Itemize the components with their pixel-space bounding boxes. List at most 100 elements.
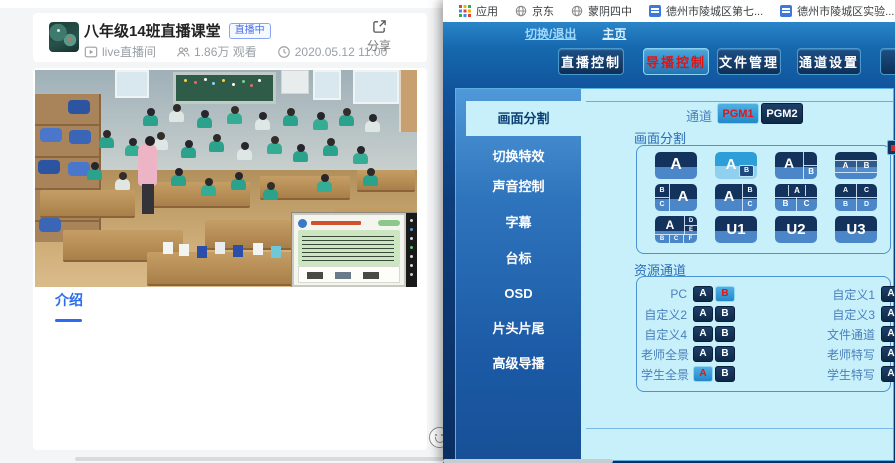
resource-label: 自定义1	[787, 286, 875, 303]
layout-user-3[interactable]: U3	[835, 216, 877, 243]
sidebar-item-intro-outro[interactable]: 片头片尾	[456, 311, 581, 346]
bookmark-jd[interactable]: 京东	[515, 3, 554, 19]
custom1-a-button[interactable]: A	[881, 286, 895, 302]
layout-user-2[interactable]: U2	[775, 216, 817, 243]
tab-live-control[interactable]: 直播控制	[558, 48, 624, 75]
bookmark-school-1[interactable]: 蒙阴四中	[571, 3, 632, 19]
lab-equipment	[163, 242, 173, 254]
meta-text: live直播间	[102, 43, 156, 60]
pc-b-button[interactable]: B	[715, 286, 735, 302]
resource-label: 自定义4	[641, 326, 687, 343]
stream-thumbnail[interactable]	[49, 22, 79, 52]
teacher-closeup-a-button[interactable]: A	[881, 346, 895, 362]
live-status-badge: 直播中	[229, 23, 271, 39]
student-wide-a-button[interactable]: A	[693, 366, 713, 382]
desk	[150, 182, 250, 208]
backpack-shelf	[35, 94, 101, 242]
sidebar-item-audio-control[interactable]: 声音控制	[456, 169, 581, 204]
resource-label: 文件通道	[787, 326, 875, 343]
tab-intro-label: 介绍	[55, 292, 83, 308]
sidebar-item-advanced-directing[interactable]: 高级导播	[456, 346, 581, 381]
layout-a-b-strip[interactable]: A B	[835, 152, 877, 179]
video-player[interactable]	[35, 70, 417, 287]
stream-meta-row: live直播间 1.86万 观看 2020.05.12 11:00	[84, 43, 387, 60]
resource-label: PC	[641, 287, 687, 301]
pc-a-button[interactable]: A	[693, 286, 713, 302]
resource-row-custom4: 自定义4 A B	[641, 326, 737, 342]
layout-user-1[interactable]: U1	[715, 216, 757, 243]
teacher-wide-a-button[interactable]: A	[693, 346, 713, 362]
divider-line	[586, 101, 893, 102]
meta-text: 1.86万 观看	[194, 43, 257, 60]
layout-quad[interactable]: A C B D	[835, 184, 877, 211]
resource-row-teacher-wide: 老师全景 A B	[641, 346, 737, 362]
link-home[interactable]: 主页	[602, 25, 626, 42]
layout-divider	[803, 165, 817, 166]
tab-channel-settings[interactable]: 通道设置	[797, 48, 861, 75]
screen: 八年级14班直播课堂 直播中 live直播间 1.86万 观看 2020.05.…	[0, 0, 895, 463]
layout-a-left-bc-right[interactable]: A B C	[715, 184, 757, 211]
console-scrollbar[interactable]	[443, 459, 613, 463]
resource-row-custom2: 自定义2 A B	[641, 306, 737, 322]
share-button[interactable]: 分享	[357, 19, 401, 54]
slide-logo	[298, 219, 307, 228]
link-switch-logout[interactable]: 切换/退出	[525, 25, 576, 42]
console-page: 切换/退出 主页 直播控制 导播控制 文件管理 通道设置 录 画面分割 切换特效…	[443, 22, 895, 463]
console-browser-window: 应用 京东 蒙阴四中 德州市陵城区第七... 德州市陵城区实验... 切换/退出	[443, 0, 895, 463]
clipped-corner-button[interactable]	[887, 140, 895, 155]
bookmark-school-2[interactable]: 德州市陵城区第七...	[649, 3, 763, 19]
tab-director-control[interactable]: 导播控制	[643, 48, 709, 75]
tab-file-management[interactable]: 文件管理	[717, 48, 781, 75]
slide-title-text	[311, 221, 361, 225]
sidebar-item-subtitles[interactable]: 字幕	[456, 205, 581, 240]
tab-intro[interactable]: 介绍	[55, 290, 95, 322]
resource-row-student-wide: 学生全景 A B	[641, 366, 737, 382]
classroom-window	[115, 70, 149, 98]
stream-content-card: 介绍	[33, 68, 427, 450]
resource-channel-panel: PC A B 自定义2 A B 自定义4 A B	[636, 276, 891, 392]
layout-six-split[interactable]: A D E B C F	[655, 216, 697, 243]
classroom-window	[313, 70, 341, 100]
resource-row-teacher-closeup: 老师特写 A	[787, 346, 895, 362]
pgm1-button[interactable]: PGM1	[717, 103, 759, 124]
backpacks	[38, 98, 60, 112]
custom2-a-button[interactable]: A	[693, 306, 713, 322]
layout-divider	[835, 197, 877, 198]
student-wide-b-button[interactable]: B	[715, 366, 735, 382]
students-bodies	[35, 77, 46, 88]
layout-a-top-bc-bottom[interactable]: A B C	[775, 184, 817, 211]
sidebar-item-logo[interactable]: 台标	[456, 241, 581, 276]
bookmark-label: 德州市陵城区实验...	[797, 3, 894, 19]
thumbnail-detail	[68, 38, 71, 41]
teacher-wide-b-button[interactable]: B	[715, 346, 735, 362]
layout-a-large-b-corner[interactable]: A B	[775, 152, 817, 179]
live-page-window: 八年级14班直播课堂 直播中 live直播间 1.86万 观看 2020.05.…	[0, 0, 443, 463]
clock-icon	[277, 45, 291, 59]
layout-divider	[743, 197, 757, 198]
slide-figure-strip	[298, 266, 400, 283]
file-channel-a-button[interactable]: A	[881, 326, 895, 342]
pgm2-button[interactable]: PGM2	[761, 103, 803, 124]
custom3-a-button[interactable]: A	[881, 306, 895, 322]
resource-label: 老师特写	[787, 346, 875, 363]
layout-bc-left-a-right[interactable]: B C A	[655, 184, 697, 211]
sidebar-item-osd[interactable]: OSD	[456, 276, 581, 311]
play-icon	[84, 45, 98, 59]
custom2-b-button[interactable]: B	[715, 306, 735, 322]
bookmark-school-3[interactable]: 德州市陵城区实验...	[780, 3, 894, 19]
bookmark-label: 应用	[476, 3, 498, 19]
channel-label: 通道	[686, 106, 712, 125]
tab-record[interactable]: 录	[880, 48, 895, 75]
director-sidebar: 画面分割 切换特效 声音控制 字幕 台标 OSD 片头片尾 高级导播	[456, 89, 581, 460]
desk	[260, 176, 350, 200]
classroom-door	[399, 70, 417, 132]
bookmark-apps[interactable]: 应用	[459, 3, 498, 19]
sidebar-item-split-screen[interactable]: 画面分割	[466, 101, 581, 136]
teacher-head	[145, 136, 155, 146]
layout-a-with-pip-b[interactable]: A B	[715, 152, 757, 179]
custom4-b-button[interactable]: B	[715, 326, 735, 342]
student-closeup-a-button[interactable]: A	[881, 366, 895, 382]
custom4-a-button[interactable]: A	[693, 326, 713, 342]
layout-fullscreen-a[interactable]: A	[655, 152, 697, 179]
slide-figures	[307, 272, 323, 279]
